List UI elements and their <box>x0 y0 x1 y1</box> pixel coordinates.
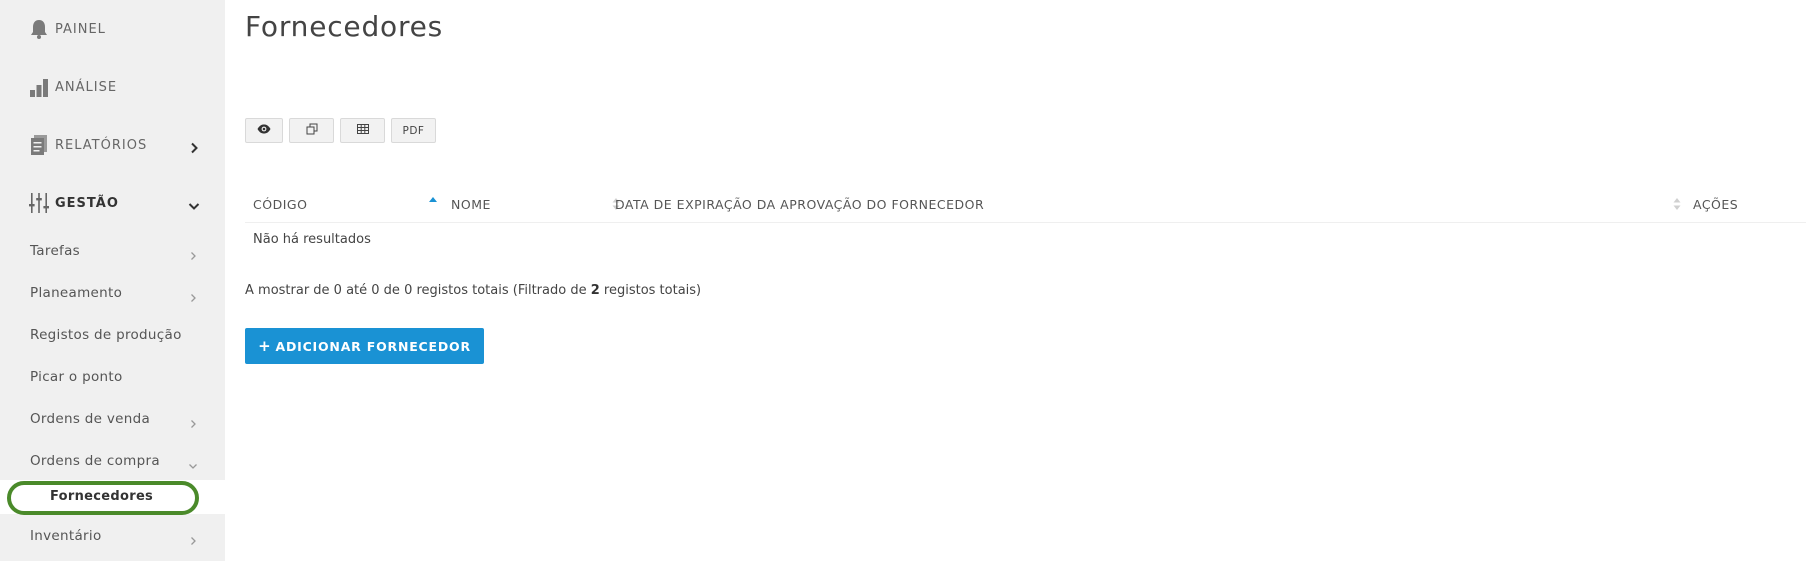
main-content: Fornecedores PDF CÓDIGO NOME DATA DE EXP… <box>225 0 1806 561</box>
chevron-down-icon <box>188 456 198 469</box>
table-empty-message: Não há resultados <box>253 232 371 247</box>
excel-export-button[interactable] <box>340 118 385 143</box>
table-info-prefix: A mostrar de 0 até 0 de 0 registos totai… <box>245 283 591 298</box>
sidebar-item-label: Registos de produção <box>30 327 182 343</box>
sidebar: PAINEL ANÁLISE RELATÓRIOS GESTÃO Tarefas… <box>0 0 225 561</box>
copy-icon <box>306 123 318 138</box>
plus-icon: + <box>258 337 272 355</box>
sidebar-item-label: Picar o ponto <box>30 369 123 385</box>
selection-highlight-ring <box>7 481 199 515</box>
sidebar-item-label: Ordens de compra <box>30 453 160 469</box>
column-header-nome[interactable]: NOME <box>451 197 491 212</box>
sidebar-item-relatorios[interactable]: RELATÓRIOS <box>0 116 225 174</box>
sidebar-item-label: GESTÃO <box>55 195 119 211</box>
chevron-right-icon <box>188 139 200 154</box>
chevron-right-icon <box>188 288 198 302</box>
table-info-count: 2 <box>590 283 600 298</box>
sidebar-item-label: RELATÓRIOS <box>55 137 148 153</box>
sidebar-item-planeamento[interactable]: Planeamento <box>0 274 225 312</box>
table-header: CÓDIGO NOME DATA DE EXPIRAÇÃO DA APROVAÇ… <box>245 188 1806 223</box>
copy-button[interactable] <box>289 118 334 143</box>
sidebar-item-ordens-de-compra[interactable]: Ordens de compra <box>0 442 225 480</box>
sidebar-item-analise[interactable]: ANÁLISE <box>0 58 225 116</box>
sidebar-item-gestao[interactable]: GESTÃO <box>0 174 225 232</box>
add-supplier-button[interactable]: + ADICIONAR FORNECEDOR <box>245 328 484 364</box>
table-info: A mostrar de 0 até 0 de 0 registos totai… <box>245 283 701 298</box>
spreadsheet-icon <box>356 124 369 137</box>
sort-both-icon[interactable] <box>1672 196 1682 212</box>
sidebar-item-registos-de-producao[interactable]: Registos de produção <box>0 316 225 354</box>
column-header-acoes: AÇÕES <box>1693 197 1739 212</box>
bell-icon <box>29 18 49 40</box>
sidebar-item-label: PAINEL <box>55 21 106 37</box>
column-visibility-button[interactable] <box>245 118 283 143</box>
eye-icon <box>257 124 271 137</box>
bar-chart-icon <box>29 76 49 98</box>
sidebar-item-ordens-de-venda[interactable]: Ordens de venda <box>0 400 225 438</box>
add-supplier-label: ADICIONAR FORNECEDOR <box>275 338 471 354</box>
sidebar-item-label: ANÁLISE <box>55 79 118 95</box>
table-toolbar: PDF <box>245 118 436 143</box>
sliders-icon <box>29 192 49 214</box>
sidebar-item-label: Ordens de venda <box>30 411 151 427</box>
sidebar-item-label: Planeamento <box>30 285 123 301</box>
page-title: Fornecedores <box>245 10 444 43</box>
chevron-right-icon <box>188 246 198 260</box>
sidebar-item-picar-o-ponto[interactable]: Picar o ponto <box>0 358 225 396</box>
column-header-codigo[interactable]: CÓDIGO <box>253 197 307 212</box>
report-icon <box>29 134 49 156</box>
chevron-down-icon <box>188 197 200 210</box>
sidebar-item-painel[interactable]: PAINEL <box>0 0 225 58</box>
chevron-right-icon <box>188 531 198 545</box>
sidebar-item-tarefas[interactable]: Tarefas <box>0 232 225 270</box>
sidebar-item-label: Tarefas <box>30 243 81 259</box>
chevron-right-icon <box>188 414 198 428</box>
sort-ascending-icon[interactable] <box>428 196 438 212</box>
pdf-export-button[interactable]: PDF <box>391 118 436 143</box>
column-header-data-expiracao[interactable]: DATA DE EXPIRAÇÃO DA APROVAÇÃO DO FORNEC… <box>615 197 984 212</box>
sidebar-item-label: Inventário <box>30 528 102 544</box>
table-info-suffix: registos totais) <box>599 283 702 298</box>
sidebar-item-inventario[interactable]: Inventário <box>0 517 225 555</box>
